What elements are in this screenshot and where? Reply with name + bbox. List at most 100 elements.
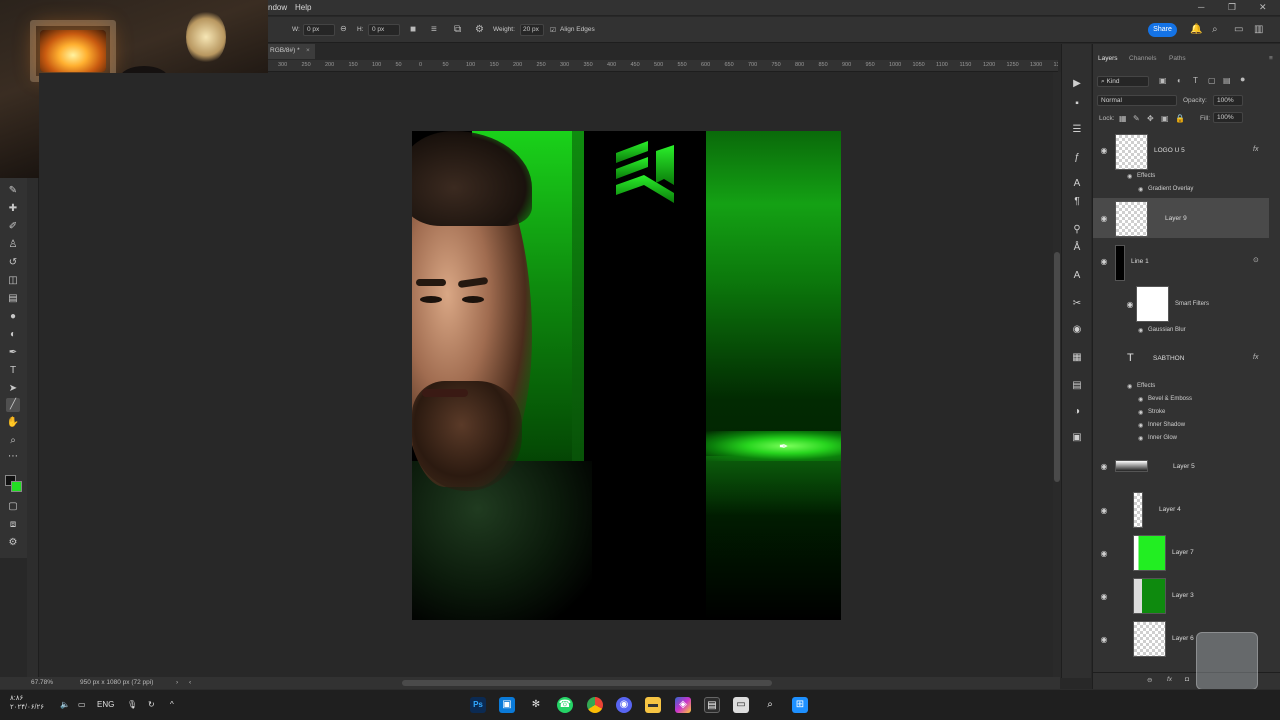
zoom-tool-icon[interactable]: ⌕ xyxy=(6,434,20,448)
edit-toolbar-icon[interactable]: ⚙ xyxy=(6,536,20,550)
tab-layers[interactable]: Layers xyxy=(1098,55,1118,62)
maximize-button[interactable]: ❐ xyxy=(1228,2,1236,13)
effect-bevel-emboss[interactable]: Bevel & Emboss xyxy=(1148,396,1192,402)
visibility-eye-icon[interactable]: ◉ xyxy=(1099,257,1109,267)
paragraph-icon[interactable]: ¶ xyxy=(1071,196,1083,208)
vertical-scroll-thumb[interactable] xyxy=(1054,252,1060,482)
filter-shape-icon[interactable]: ▢ xyxy=(1208,76,1216,85)
clone-stamp-tool-icon[interactable]: ♙ xyxy=(6,238,20,252)
blur-tool-icon[interactable]: ● xyxy=(6,310,20,324)
lock-all-icon[interactable]: 🔒 xyxy=(1175,114,1185,123)
fill-field[interactable]: 100% xyxy=(1213,112,1243,123)
effect-stroke[interactable]: Stroke xyxy=(1148,409,1165,415)
vertical-scrollbar[interactable] xyxy=(1053,72,1061,678)
effect-eye-icon[interactable]: ◉ xyxy=(1138,186,1143,193)
visibility-eye-icon[interactable]: ◉ xyxy=(1099,592,1109,602)
search-icon[interactable]: ⌕ xyxy=(1212,24,1218,35)
properties-icon[interactable]: ⚲ xyxy=(1071,224,1083,236)
link-icon[interactable]: ⊖ xyxy=(340,24,347,33)
photoshop-app-icon[interactable]: Ps xyxy=(470,697,486,713)
effects-eye-icon[interactable]: ◉ xyxy=(1127,173,1132,180)
layer-row[interactable]: ◉ Line 1 ⊙ xyxy=(1093,242,1269,282)
tray-chevron-icon[interactable]: ^ xyxy=(170,700,174,709)
path-selection-tool-icon[interactable]: ➤ xyxy=(6,382,20,396)
tools-panel-icon[interactable]: ✂ xyxy=(1071,298,1083,310)
background-color-swatch[interactable] xyxy=(11,481,22,492)
visibility-eye-icon[interactable]: ◉ xyxy=(1099,635,1109,645)
pen-tool-icon[interactable]: ✒ xyxy=(6,346,20,360)
copilot-icon[interactable]: ◈ xyxy=(675,697,691,713)
task-view-icon[interactable]: ▭ xyxy=(733,697,749,713)
path-arrange-icon[interactable]: ⧉ xyxy=(454,24,461,35)
panel-toggle-icon[interactable]: ▥ xyxy=(1254,24,1263,35)
effect-gradient-overlay[interactable]: Gradient Overlay xyxy=(1148,186,1193,192)
screen-mode-icon[interactable]: ⧈ xyxy=(6,518,20,532)
lock-image-icon[interactable]: ✎ xyxy=(1133,114,1140,123)
language-indicator[interactable]: ENG xyxy=(97,700,114,709)
eyedropper-tool-icon[interactable]: ✎ xyxy=(6,184,20,198)
brush-tool-icon[interactable]: ✐ xyxy=(6,220,20,234)
whatsapp-icon[interactable]: ☎ xyxy=(557,697,573,713)
effect-eye-icon[interactable]: ◉ xyxy=(1138,435,1143,442)
tab-channels[interactable]: Channels xyxy=(1129,55,1156,62)
file-explorer-icon[interactable]: ▬ xyxy=(645,697,661,713)
align-edges-checkbox-icon[interactable]: ☑ xyxy=(550,26,556,34)
openai-app-icon[interactable]: ✻ xyxy=(528,697,544,713)
document-tab[interactable]: RGB/8#) * × xyxy=(268,44,315,59)
filter-type-icon[interactable]: T xyxy=(1193,76,1198,85)
character-icon[interactable]: A xyxy=(1071,178,1083,190)
layer-row[interactable]: ◉ LOGO U 5 fx xyxy=(1093,132,1269,172)
visibility-eye-icon[interactable]: ◉ xyxy=(1099,549,1109,559)
workspace-icon[interactable]: ▭ xyxy=(1234,24,1243,35)
visibility-eye-icon[interactable]: ◉ xyxy=(1099,214,1109,224)
quick-mask-icon[interactable]: ▢ xyxy=(6,500,20,514)
smart-filters-eye-icon[interactable]: ◉ xyxy=(1125,300,1135,310)
layer-row-selected[interactable]: ◉ Layer 9 xyxy=(1093,198,1269,238)
dodge-tool-icon[interactable]: ◐ xyxy=(6,328,20,342)
panel-menu-icon[interactable]: ≡ xyxy=(1269,55,1273,62)
libraries-icon[interactable]: ◑ xyxy=(1071,406,1083,418)
store-icon[interactable]: ▤ xyxy=(704,697,720,713)
path-ops-icon[interactable]: ■ xyxy=(410,24,416,35)
type-panel-icon[interactable]: A xyxy=(1071,270,1083,282)
start-icon[interactable]: ⊞ xyxy=(792,697,808,713)
layer-row[interactable]: ◉ Layer 4 xyxy=(1093,490,1269,530)
grid-icon[interactable]: ▦ xyxy=(1071,352,1083,364)
effect-eye-icon[interactable]: ◉ xyxy=(1138,396,1143,403)
tab-paths[interactable]: Paths xyxy=(1169,55,1186,62)
link-layers-icon[interactable]: ⊖ xyxy=(1147,676,1152,684)
type-tool-icon[interactable]: T xyxy=(6,364,20,378)
bell-icon[interactable]: 🔔 xyxy=(1190,24,1202,35)
effects-eye-icon[interactable]: ◉ xyxy=(1127,383,1132,390)
scroll-left-icon[interactable]: ‹ xyxy=(189,679,191,686)
3d-icon[interactable]: ◉ xyxy=(1071,324,1083,336)
visibility-eye-icon[interactable]: ◉ xyxy=(1099,146,1109,156)
layer-effects-icon[interactable]: fx xyxy=(1253,146,1258,153)
microphone-icon[interactable]: 🎙 xyxy=(127,700,137,709)
network-icon[interactable]: ▭ xyxy=(78,700,86,709)
horizontal-scrollbar[interactable] xyxy=(402,680,772,686)
blend-mode-select[interactable]: Normal xyxy=(1097,95,1177,106)
share-button[interactable]: Share xyxy=(1148,23,1177,37)
lock-transparency-icon[interactable]: ▦ xyxy=(1119,114,1127,123)
discord-icon[interactable]: ◉ xyxy=(616,697,632,713)
visibility-eye-icon[interactable]: ◉ xyxy=(1099,506,1109,516)
chrome-icon[interactable] xyxy=(587,697,603,713)
filter-toggle-icon[interactable]: ● xyxy=(1240,74,1245,84)
filter-adjust-icon[interactable]: ◐ xyxy=(1177,76,1182,85)
layer-row[interactable]: T SABTHON fx xyxy=(1093,340,1269,380)
healing-brush-tool-icon[interactable]: ✚ xyxy=(6,202,20,216)
filter-gaussian-blur[interactable]: Gaussian Blur xyxy=(1148,327,1186,333)
menu-window[interactable]: ndow xyxy=(268,3,287,12)
close-tab-icon[interactable]: × xyxy=(306,47,310,54)
add-style-icon[interactable]: fx xyxy=(1167,676,1172,683)
gear-icon[interactable]: ⚙ xyxy=(475,24,484,35)
gradient-tool-icon[interactable]: ▤ xyxy=(6,292,20,306)
layer-row[interactable]: ◉ Layer 5 xyxy=(1093,446,1269,486)
opacity-field[interactable]: 100% xyxy=(1213,95,1243,106)
eraser-tool-icon[interactable]: ◫ xyxy=(6,274,20,288)
gallery-icon[interactable]: ▣ xyxy=(1071,432,1083,444)
layer-row[interactable]: ◉ Layer 7 xyxy=(1093,533,1269,573)
path-align-icon[interactable]: ≡ xyxy=(431,24,437,35)
filter-eye-icon[interactable]: ◉ xyxy=(1138,327,1143,334)
